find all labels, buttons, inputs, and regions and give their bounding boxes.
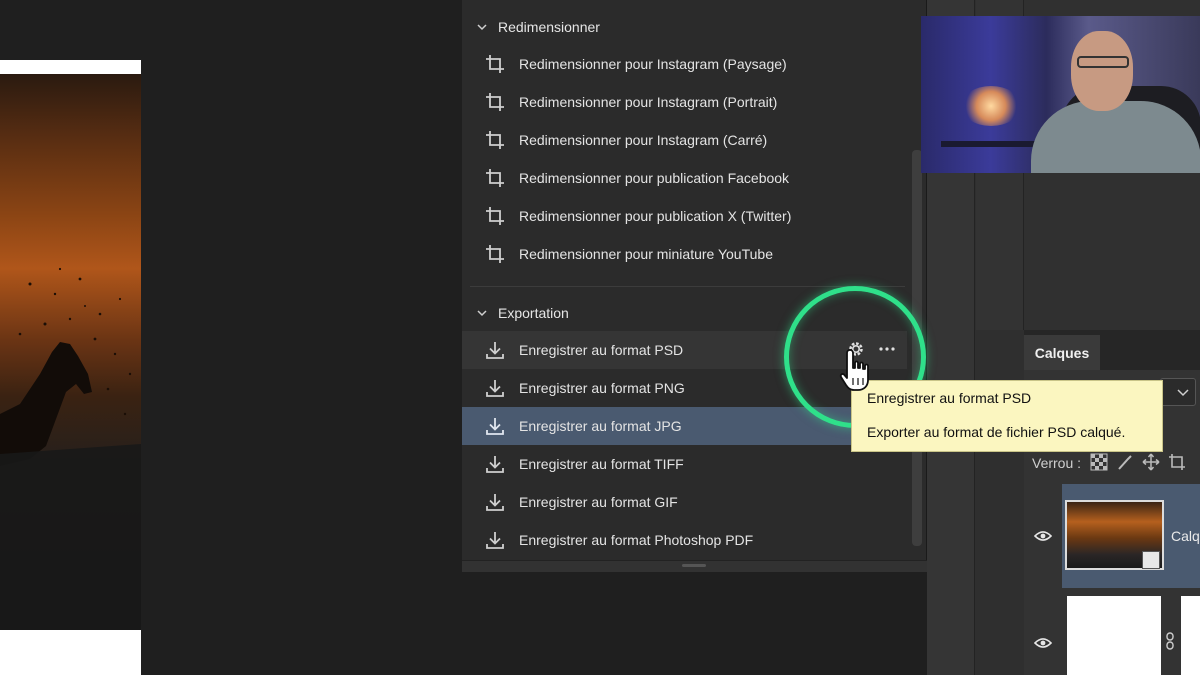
download-icon [484,377,506,399]
action-item-resize-x-twitter[interactable]: Redimensionner pour publication X (Twitt… [462,197,907,235]
group-title: Redimensionner [498,19,600,35]
action-item-label: Enregistrer au format PNG [519,380,685,396]
crop-icon [484,167,506,189]
action-item-label: Redimensionner pour publication X (Twitt… [519,208,792,224]
hand-pointer-cursor-icon [839,349,869,391]
smart-object-icon [1142,551,1160,569]
action-item-resize-instagram-landscape[interactable]: Redimensionner pour Instagram (Paysage) [462,45,907,83]
download-icon [484,491,506,513]
action-item-label: Redimensionner pour Instagram (Portrait) [519,94,778,110]
link-chain-icon[interactable] [1165,632,1175,650]
layer-mask-thumbnail [1181,596,1200,675]
action-item-label: Enregistrer au format JPG [519,418,682,434]
lock-transparency-icon[interactable] [1090,453,1108,471]
layer-thumbnail [1067,596,1161,675]
layer-name[interactable]: Calq [1171,528,1200,544]
document-photo [0,74,141,630]
crop-icon [484,129,506,151]
webcam-overlay [921,16,1200,173]
visibility-eye-icon[interactable] [1034,530,1052,542]
download-icon [484,453,506,475]
action-item-label: Enregistrer au format GIF [519,494,678,510]
action-item-save-gif[interactable]: Enregistrer au format GIF [462,483,907,521]
action-item-resize-instagram-square[interactable]: Redimensionner pour Instagram (Carré) [462,121,907,159]
action-item-save-photoshop-pdf[interactable]: Enregistrer au format Photoshop PDF [462,521,907,559]
blend-mode-select[interactable] [1160,378,1196,406]
action-item-label: Enregistrer au format Photoshop PDF [519,532,754,548]
action-item-label: Redimensionner pour publication Facebook [519,170,790,186]
lock-options [1090,453,1186,471]
lock-pixels-icon[interactable] [1116,453,1134,471]
crop-icon [484,205,506,227]
group-header-redimensionner[interactable]: Redimensionner [462,8,907,46]
download-icon [484,529,506,551]
horse-silhouette-image [0,267,141,630]
tab-layers[interactable]: Calques [1024,335,1100,370]
download-icon [484,339,506,361]
chevron-down-icon [477,24,487,31]
lock-position-icon[interactable] [1142,453,1160,471]
action-item-label: Redimensionner pour Instagram (Paysage) [519,56,787,72]
action-item-resize-instagram-portrait[interactable]: Redimensionner pour Instagram (Portrait) [462,83,907,121]
crop-icon [484,91,506,113]
action-item-label: Redimensionner pour miniature YouTube [519,246,773,262]
resize-grip[interactable] [682,564,706,567]
tooltip-title: Enregistrer au format PSD [867,390,1032,406]
chevron-down-icon [1177,389,1189,397]
crop-icon [484,53,506,75]
action-item-label: Enregistrer au format TIFF [519,456,684,472]
action-item-save-tiff[interactable]: Enregistrer au format TIFF [462,445,907,483]
lock-artboard-icon[interactable] [1168,453,1186,471]
download-icon [484,415,506,437]
crop-icon [484,243,506,265]
lock-label: Verrou : [1032,455,1082,471]
action-item-resize-facebook[interactable]: Redimensionner pour publication Facebook [462,159,907,197]
action-item-resize-youtube-thumbnail[interactable]: Redimensionner pour miniature YouTube [462,235,907,273]
tooltip: Enregistrer au format PSD Exporter au fo… [851,380,1163,452]
group-title: Exportation [498,305,569,321]
visibility-eye-icon[interactable] [1034,637,1052,649]
action-item-label: Enregistrer au format PSD [519,342,684,358]
tooltip-description: Exporter au format de fichier PSD calqué… [867,424,1126,440]
chevron-down-icon [477,310,487,317]
action-item-label: Redimensionner pour Instagram (Carré) [519,132,768,148]
